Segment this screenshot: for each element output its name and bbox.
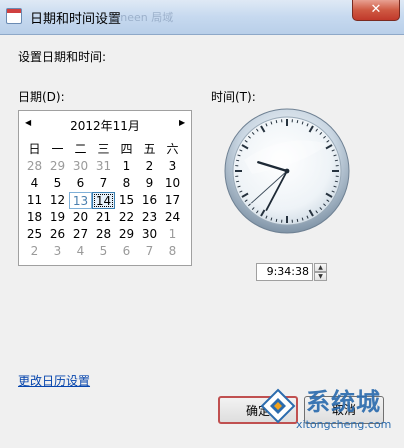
watermark-domain: xitongcheng.com [296,418,392,431]
time-input[interactable]: 9:34:38 [256,263,313,281]
clock-center [284,168,290,174]
calendar-day[interactable]: 10 [161,175,184,192]
section-prompt: 设置日期和时间: [18,50,107,64]
calendar-day[interactable]: 9 [138,175,161,192]
calendar-day[interactable]: 12 [46,192,69,209]
calendar-day[interactable]: 20 [69,209,92,226]
watermark: 系统城 xitongcheng.com [254,380,404,448]
minute-tick [275,120,278,124]
calendar-day[interactable]: 26 [46,226,69,243]
weekday-label: 四 [120,142,133,156]
time-spinner[interactable]: ▲ ▼ [314,263,327,281]
calendar-day[interactable]: 22 [115,209,138,226]
calendar-day[interactable]: 2 [138,158,161,175]
calendar-day[interactable]: 1 [115,158,138,175]
weekday-label: 五 [143,142,156,156]
calendar-day[interactable]: 4 [23,175,46,192]
calendar-day[interactable]: 28 [23,158,46,175]
calendar-day[interactable]: 5 [92,243,115,260]
calendar-week-row: 2345678 [23,243,189,260]
change-calendar-settings-link[interactable]: 更改日历设置 [18,372,90,389]
calendar-day[interactable]: 27 [69,226,92,243]
calendar-day[interactable]: 4 [69,243,92,260]
caret-down-icon[interactable]: ▼ [314,272,327,281]
calendar-grid: 日一二三四五六 28 29 30 31 1 2 3 4 5 6 7 8 9 10 11 12 13 14 15 16 17… [23,141,189,260]
minute-tick [296,120,299,124]
close-button[interactable]: ✕ [352,0,400,21]
calendar-day[interactable]: 2 [23,243,46,260]
calendar-day[interactable]: 6 [115,243,138,260]
calendar-day[interactable]: 15 [115,192,138,209]
watermark-logo-icon [260,388,296,424]
watermark-brand: 系统城 [306,388,381,416]
weekday-label: 日 [28,142,41,156]
analog-clock [224,108,350,234]
calendar-day[interactable]: 13 [69,192,92,209]
close-icon: ✕ [370,2,382,17]
time-label: 时间(T): [211,90,256,104]
calendar-day[interactable]: 8 [161,243,184,260]
calendar-day[interactable]: 3 [46,243,69,260]
calendar-day[interactable]: 3 [161,158,184,175]
calendar-day[interactable]: 6 [69,175,92,192]
calendar-week-row: 4 5 6 7 8 9 10 [23,175,189,192]
calendar-day[interactable]: 14 [92,192,115,209]
minute-tick [296,218,299,222]
weekday-label: 六 [166,142,179,156]
calendar-day[interactable]: 29 [46,158,69,175]
calendar-day[interactable]: 30 [138,226,161,243]
calendar-day[interactable]: 5 [46,175,69,192]
weekday-label: 二 [74,142,87,156]
calendar-week-row: 25 26 27 28 29 30 1 [23,226,189,243]
calendar-day[interactable]: 11 [23,192,46,209]
calendar-day[interactable]: 21 [92,209,115,226]
minute-tick [236,180,240,183]
calendar-day[interactable]: 30 [69,158,92,175]
window-title: 日期和时间设置 [30,12,122,27]
calendar-day[interactable]: 24 [161,209,184,226]
calendar-month-title[interactable]: 2012年11月 [49,117,161,134]
prev-month-button[interactable]: ◀ [25,118,35,128]
calendar-day[interactable]: 23 [138,209,161,226]
calendar-day[interactable]: 31 [92,158,115,175]
calendar-day[interactable]: 8 [115,175,138,192]
next-month-button[interactable]: ▶ [179,118,189,128]
calendar-app-icon [6,8,22,24]
calendar-day[interactable]: 19 [46,209,69,226]
calendar-day[interactable]: 1 [161,226,184,243]
minute-tick [334,159,338,162]
calendar-day[interactable]: 18 [23,209,46,226]
calendar-day[interactable]: 25 [23,226,46,243]
calendar-day[interactable]: 7 [92,175,115,192]
calendar-week-row: 28 29 30 31 1 2 3 [23,158,189,175]
calendar-day[interactable]: 7 [138,243,161,260]
calendar-header: ◀ 2012年11月 ▶ [19,111,191,137]
weekday-label: 三 [97,142,110,156]
weekday-header-row: 日一二三四五六 [23,141,189,158]
caret-up-icon[interactable]: ▲ [314,263,327,272]
calendar: ◀ 2012年11月 ▶ 日一二三四五六 28 29 30 31 1 2 3 4 5 6 7 8 9 10 1… [18,110,192,266]
calendar-day[interactable]: 28 [92,226,115,243]
background-window-text: Juneen 局域 [110,11,174,24]
minute-tick [275,218,278,222]
calendar-day[interactable]: 17 [161,192,184,209]
minute-tick [334,180,338,183]
calendar-day[interactable]: 29 [115,226,138,243]
calendar-week-row: 11 12 13 14 15 16 17 [23,192,189,209]
date-label: 日期(D): [18,90,65,104]
calendar-week-row: 18 19 20 21 22 23 24 [23,209,189,226]
minute-tick [236,159,240,162]
calendar-day[interactable]: 16 [138,192,161,209]
weekday-label: 一 [51,142,64,156]
title-bar: 日期和时间设置 Juneen 局域 ✕ [0,0,404,35]
